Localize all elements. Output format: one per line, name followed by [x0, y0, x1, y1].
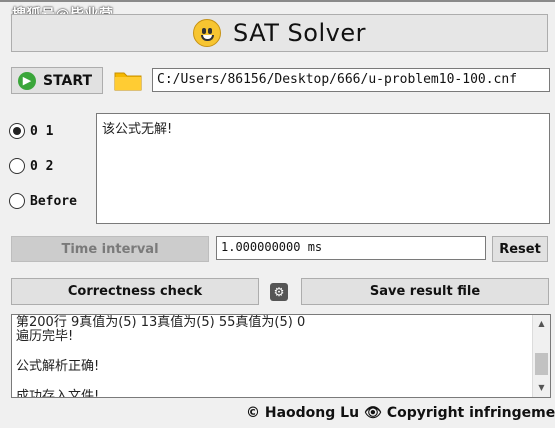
scroll-up-icon[interactable]: ▲ [533, 315, 550, 332]
author-credit: © Haodong Lu [246, 405, 360, 421]
log-textbox[interactable]: 第200行 9真值为(5) 13真值为(5) 55真值为(5) 0 遍历完毕! … [11, 314, 551, 398]
gear-icon[interactable]: ⚙ [270, 283, 288, 301]
scroll-down-icon[interactable]: ▼ [533, 379, 550, 396]
title-button[interactable]: SAT Solver [11, 14, 548, 52]
top-border [0, 0, 555, 2]
radio-label: 0 1 [30, 123, 54, 139]
radio-button[interactable] [9, 158, 25, 174]
smiley-icon [193, 19, 222, 47]
file-path-input[interactable]: C:/Users/86156/Desktop/666/u-problem10-1… [152, 68, 550, 92]
log-scrollbar[interactable]: ▲ ▼ [532, 315, 550, 397]
footer: © Haodong Lu 👁 Copyright infringement [246, 405, 555, 421]
result-textbox[interactable]: 该公式无解! [96, 113, 550, 224]
radio-label: Before [30, 193, 77, 209]
radio-label: 0 2 [30, 158, 54, 174]
time-interval-button[interactable]: Time interval [11, 236, 209, 262]
folder-icon[interactable] [114, 69, 142, 91]
radio-button-selected[interactable] [9, 123, 25, 139]
app-title: SAT Solver [233, 19, 366, 47]
eye-icon: 👁 [364, 405, 382, 421]
scroll-thumb[interactable] [535, 353, 548, 375]
reset-button[interactable]: Reset [492, 236, 548, 262]
time-value-field[interactable]: 1.000000000 ms [216, 236, 486, 260]
log-line: 遍历完毕! [16, 329, 74, 344]
save-result-button[interactable]: Save result file [301, 278, 549, 305]
radio-button[interactable] [9, 193, 25, 209]
radio-option-before[interactable]: Before [9, 193, 77, 209]
log-line: 第200行 9真值为(5) 13真值为(5) 55真值为(5) 0 [16, 315, 306, 330]
radio-option-02[interactable]: 0 2 [9, 158, 53, 174]
correctness-check-button[interactable]: Correctness check [11, 278, 259, 305]
copyright-notice: Copyright infringement [386, 405, 555, 421]
start-button[interactable]: ▶ START [11, 67, 103, 94]
log-line: 成功存入文件! [16, 389, 100, 398]
start-label: START [43, 72, 93, 89]
play-icon: ▶ [18, 71, 36, 90]
radio-option-01[interactable]: 0 1 [9, 123, 53, 139]
log-line: 公式解析正确! [16, 359, 100, 374]
